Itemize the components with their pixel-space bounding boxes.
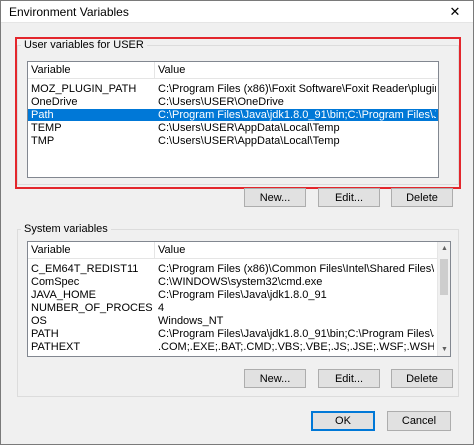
title-bar: Environment Variables ✕	[1, 1, 473, 23]
column-header-variable[interactable]: Variable	[28, 62, 155, 79]
table-row[interactable]: ComSpec C:\WINDOWS\system32\cmd.exe	[28, 276, 436, 288]
scroll-down-icon[interactable]: ▼	[438, 343, 450, 356]
user-delete-button[interactable]: Delete	[391, 188, 453, 207]
variable-value-cell: C:\Users\USER\AppData\Local\Temp	[158, 122, 340, 134]
variable-value-cell: .COM;.EXE;.BAT;.CMD;.VBS;.VBE;.JS;.JSE;.…	[158, 341, 434, 353]
variable-value-cell: C:\Program Files\Java\jdk1.8.0_91\bin;C:…	[158, 109, 436, 121]
list-header: Variable Value	[28, 242, 450, 259]
table-row[interactable]: OS Windows_NT	[28, 315, 436, 327]
variable-name-cell: Path	[31, 109, 54, 121]
user-edit-button[interactable]: Edit...	[318, 188, 380, 207]
variable-value-cell: C:\Program Files (x86)\Foxit Software\Fo…	[158, 83, 436, 95]
table-row[interactable]: MOZ_PLUGIN_PATH C:\Program Files (x86)\Fo…	[28, 83, 438, 95]
variable-name-cell: PATHEXT	[31, 341, 81, 353]
variable-name-cell: OneDrive	[31, 96, 78, 108]
system-delete-button[interactable]: Delete	[391, 369, 453, 388]
variable-name-cell: JAVA_HOME	[31, 289, 96, 301]
column-header-value[interactable]: Value	[155, 62, 438, 79]
system-list-scrollbar[interactable]: ▲ ▼	[437, 242, 450, 356]
variable-name-cell: OS	[31, 315, 47, 327]
close-icon[interactable]: ✕	[443, 3, 467, 21]
variable-value-cell: Windows_NT	[158, 315, 224, 327]
environment-variables-dialog: Environment Variables ✕ User variables f…	[0, 0, 474, 445]
scroll-thumb[interactable]	[440, 259, 448, 295]
variable-name-cell: PATH	[31, 328, 59, 340]
table-row[interactable]: TMP C:\Users\USER\AppData\Local\Temp	[28, 135, 438, 147]
variable-value-cell: C:\WINDOWS\system32\cmd.exe	[158, 276, 323, 288]
variable-value-cell: C:\Users\USER\OneDrive	[158, 96, 284, 108]
variable-value-cell: C:\Program Files\Java\jdk1.8.0_91	[158, 289, 327, 301]
column-header-value[interactable]: Value	[155, 242, 439, 259]
system-variables-label: System variables	[21, 223, 111, 235]
table-row[interactable]: OneDrive C:\Users\USER\OneDrive	[28, 96, 438, 108]
table-row[interactable]: Path C:\Program Files\Java\jdk1.8.0_91\bi…	[28, 109, 438, 121]
column-header-variable[interactable]: Variable	[28, 242, 155, 259]
user-variables-list[interactable]: Variable Value MOZ_PLUGIN_PATH C:\Program…	[27, 61, 439, 178]
system-variables-list[interactable]: Variable Value C_EM64T_REDIST11 C:\Progra…	[27, 241, 451, 357]
variable-name-cell: TEMP	[31, 122, 62, 134]
scroll-up-icon[interactable]: ▲	[438, 242, 450, 255]
variable-value-cell: C:\Users\USER\AppData\Local\Temp	[158, 135, 340, 147]
list-header: Variable Value	[28, 62, 438, 79]
variable-name-cell: NUMBER_OF_PROCESSORS	[31, 302, 153, 314]
variable-name-cell: ComSpec	[31, 276, 80, 288]
window-title: Environment Variables	[9, 5, 129, 19]
variable-name-cell: C_EM64T_REDIST11	[31, 263, 139, 275]
cancel-button[interactable]: Cancel	[387, 411, 451, 431]
variable-value-cell: 4	[158, 302, 165, 314]
variable-name-cell: MOZ_PLUGIN_PATH	[31, 83, 137, 95]
system-new-button[interactable]: New...	[244, 369, 306, 388]
variable-value-cell: C:\Program Files\Java\jdk1.8.0_91\bin;C:…	[158, 328, 434, 340]
table-row[interactable]: JAVA_HOME C:\Program Files\Java\jdk1.8.0_…	[28, 289, 436, 301]
table-row[interactable]: TEMP C:\Users\USER\AppData\Local\Temp	[28, 122, 438, 134]
table-row[interactable]: PATH C:\Program Files\Java\jdk1.8.0_91\bi…	[28, 328, 436, 340]
table-row[interactable]: C_EM64T_REDIST11 C:\Program Files (x86)\C…	[28, 263, 436, 275]
ok-button[interactable]: OK	[311, 411, 375, 431]
user-new-button[interactable]: New...	[244, 188, 306, 207]
table-row[interactable]: NUMBER_OF_PROCESSORS 4	[28, 302, 436, 314]
system-edit-button[interactable]: Edit...	[318, 369, 380, 388]
variable-value-cell: C:\Program Files (x86)\Common Files\Inte…	[158, 263, 434, 275]
table-row[interactable]: PATHEXT .COM;.EXE;.BAT;.CMD;.VBS;.VBE;.JS…	[28, 341, 436, 353]
variable-name-cell: TMP	[31, 135, 55, 147]
